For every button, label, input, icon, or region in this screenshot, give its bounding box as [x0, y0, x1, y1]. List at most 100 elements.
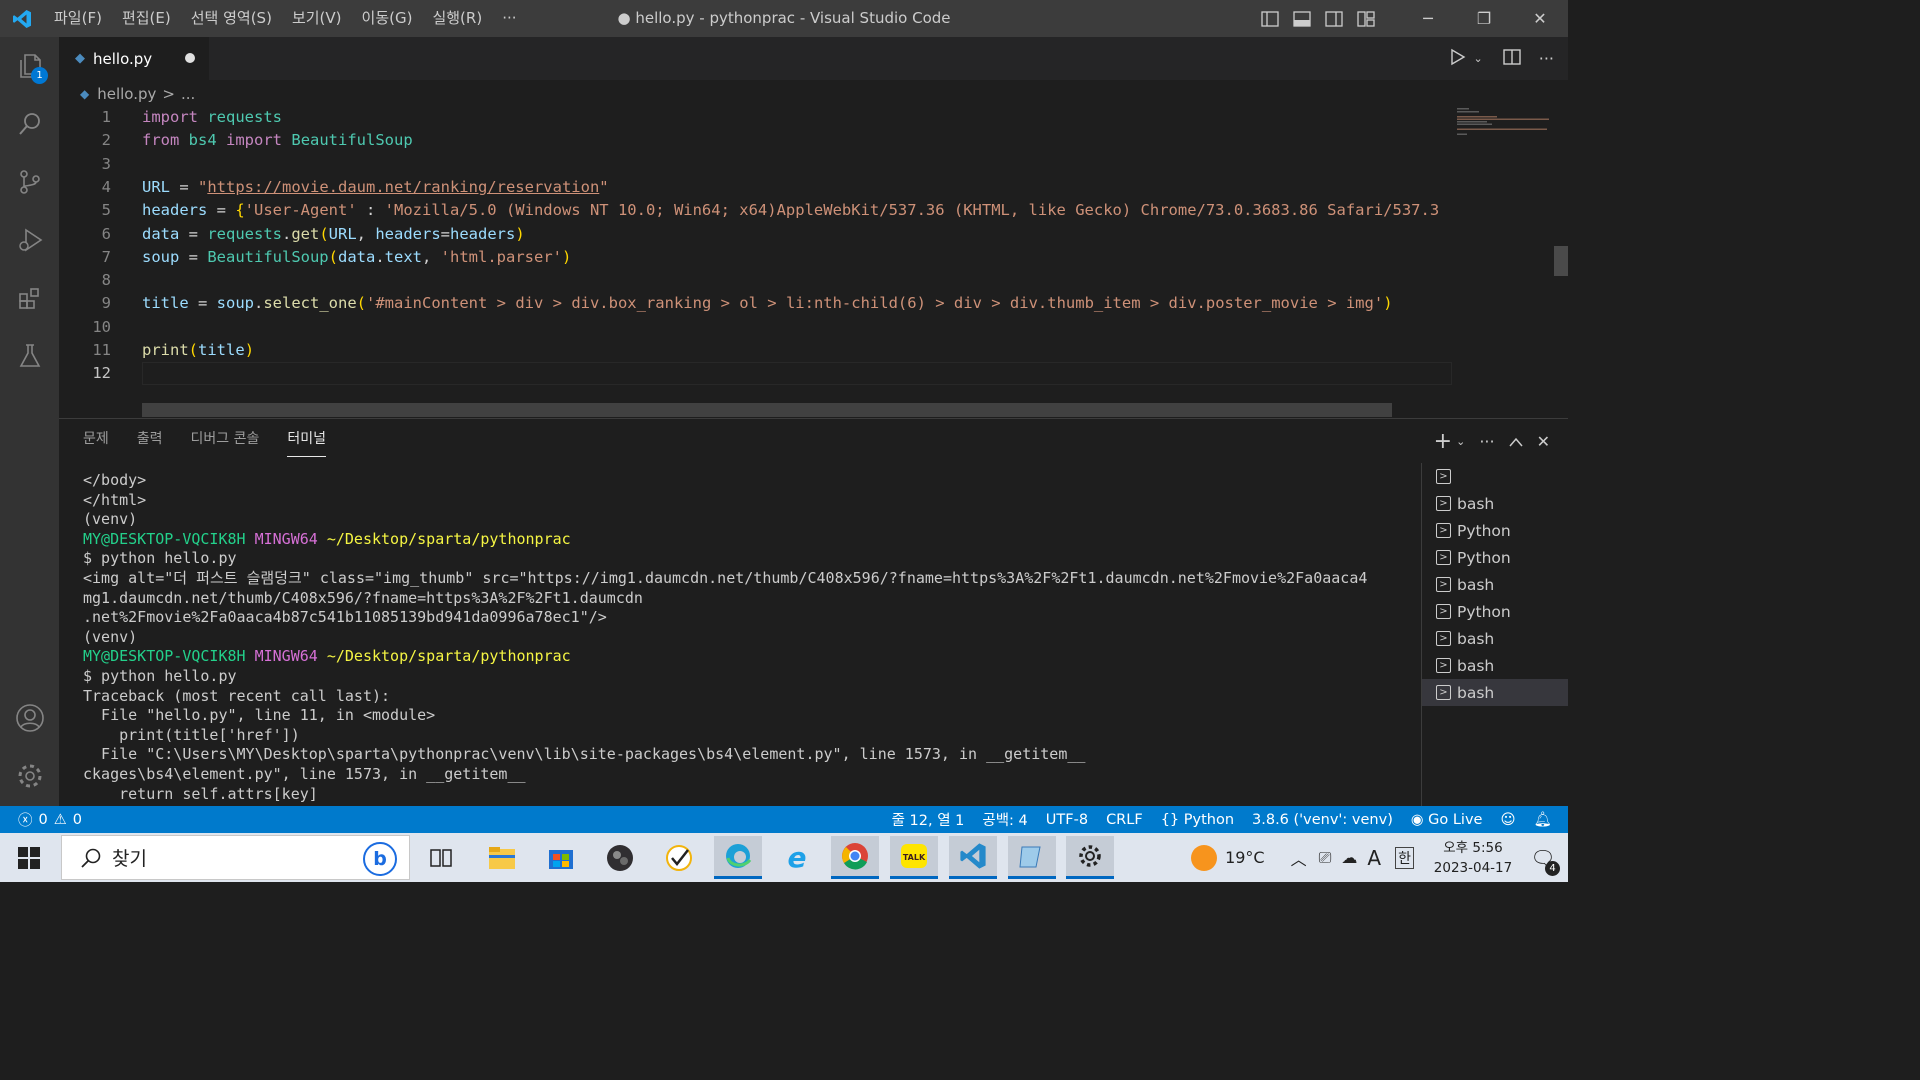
notepad-icon[interactable] [1008, 836, 1056, 879]
menu-selection[interactable]: 선택 영역(S) [181, 0, 282, 37]
cursor-position[interactable]: 줄 12, 열 1 [892, 809, 965, 830]
meet-now-icon[interactable]: ⎚ [1319, 848, 1332, 868]
toggle-secondary-sidebar-icon[interactable] [1318, 0, 1350, 37]
breadcrumb-more[interactable]: ... [181, 85, 195, 103]
terminal-list-item[interactable]: > bash [1422, 625, 1568, 652]
settings-gear-icon [18, 764, 41, 788]
terminal-line: <img alt="더 퍼스트 슬램덩크" class="img_thumb" … [83, 568, 1368, 587]
toggle-primary-sidebar-icon[interactable] [1254, 0, 1286, 37]
edge-icon[interactable] [714, 836, 762, 879]
go-live-button[interactable]: ◉ Go Live [1411, 812, 1483, 828]
terminal-list-item-selected[interactable]: > bash [1422, 679, 1568, 706]
more-actions-icon[interactable]: ··· [1539, 49, 1554, 68]
code-line[interactable]: title = soup.select_one('#mainContent > … [142, 292, 1393, 315]
tab-output[interactable]: 출력 [137, 427, 163, 457]
problems-status[interactable]: ⓧ 0 ⚠ 0 [18, 806, 82, 833]
chevron-down-icon[interactable]: ⌄ [1456, 435, 1465, 448]
task-view-icon[interactable] [417, 836, 465, 879]
tab-problems[interactable]: 문제 [83, 427, 109, 457]
feedback-icon[interactable]: ☺ [1500, 812, 1515, 828]
terminal-list-item[interactable]: > [1422, 463, 1568, 490]
explorer-button[interactable]: 1 [0, 37, 59, 95]
code-line[interactable]: print(title) [142, 339, 254, 362]
code-line[interactable]: soup = BeautifulSoup(data.text, 'html.pa… [142, 246, 571, 269]
menu-file[interactable]: 파일(F) [44, 0, 112, 37]
chrome-icon[interactable] [831, 836, 879, 879]
minimap[interactable] [1451, 106, 1568, 418]
kakaotalk-icon[interactable]: TALK [890, 836, 938, 879]
menu-more[interactable]: ··· [492, 0, 526, 37]
settings-icon[interactable] [1066, 836, 1114, 879]
end-of-line[interactable]: CRLF [1106, 812, 1143, 828]
encoding[interactable]: UTF-8 [1046, 812, 1088, 828]
onedrive-cloud-icon[interactable]: ☁ [1341, 848, 1357, 867]
taskbar-search[interactable]: 찾기 b [61, 835, 410, 880]
terminal-list-item[interactable]: > bash [1422, 652, 1568, 679]
new-terminal-icon[interactable]: + [1434, 429, 1452, 454]
close-panel-icon[interactable]: ✕ [1537, 432, 1550, 451]
notifications-bell-icon[interactable]: 🔔︎ [1534, 811, 1552, 828]
split-editor-icon[interactable] [1503, 48, 1521, 70]
code-line[interactable]: data = requests.get(URL, headers=headers… [142, 223, 525, 246]
extensions-button[interactable] [0, 269, 59, 327]
terminal-icon: > [1436, 550, 1451, 565]
terminal-list-item[interactable]: > Python [1422, 517, 1568, 544]
tray-chevron-up-icon[interactable]: ︿ [1291, 846, 1307, 870]
code-line[interactable]: URL = "https://movie.daum.net/ranking/re… [142, 176, 609, 199]
notification-center-icon[interactable]: 🗨︎ 4 [1518, 846, 1568, 876]
maximize-panel-icon[interactable] [1509, 432, 1523, 451]
horizontal-scrollbar[interactable] [142, 403, 1392, 417]
code-line[interactable]: from bs4 import BeautifulSoup [142, 129, 413, 152]
terminal-output[interactable]: </body> </html> (venv) MY@DESKTOP-VQCIK8… [83, 471, 1415, 807]
weather-temp[interactable]: 19°C [1225, 848, 1265, 867]
tab-terminal[interactable]: 터미널 [287, 427, 327, 457]
search-button[interactable] [0, 95, 59, 153]
vscode-taskbar-icon[interactable] [949, 836, 997, 879]
clock[interactable]: 오후 5:56 2023-04-17 [1428, 838, 1518, 878]
microsoft-store-icon[interactable] [537, 836, 585, 879]
menu-view[interactable]: 보기(V) [282, 0, 352, 37]
start-button[interactable] [5, 836, 53, 879]
breadcrumb-file[interactable]: hello.py [97, 85, 156, 103]
chevron-down-icon[interactable]: ⌄ [1474, 52, 1483, 65]
tab-debug-console[interactable]: 디버그 콘솔 [191, 427, 260, 457]
file-explorer-icon[interactable] [478, 836, 526, 879]
terminal-list-item[interactable]: > Python [1422, 544, 1568, 571]
toggle-panel-icon[interactable] [1286, 0, 1318, 37]
customize-layout-icon[interactable] [1350, 0, 1382, 37]
python-interpreter[interactable]: 3.8.6 ('venv': venv) [1252, 812, 1393, 828]
ime-language[interactable]: 한 [1395, 846, 1414, 869]
vertical-scrollbar[interactable] [1554, 246, 1568, 276]
bing-icon[interactable]: b [363, 842, 397, 876]
manage-button[interactable] [0, 747, 59, 805]
code-line[interactable]: headers = {'User-Agent' : 'Mozilla/5.0 (… [142, 199, 1439, 222]
language-mode[interactable]: {} Python [1161, 812, 1234, 828]
menu-go[interactable]: 이동(G) [352, 0, 423, 37]
indentation[interactable]: 공백: 4 [982, 809, 1027, 830]
menu-run[interactable]: 실행(R) [422, 0, 492, 37]
close-icon[interactable]: ✕ [1512, 0, 1568, 37]
terminal-list-item[interactable]: > bash [1422, 571, 1568, 598]
run-file-icon[interactable] [1448, 48, 1466, 70]
tab-hello-py[interactable]: ◆ hello.py [59, 37, 209, 80]
accounts-button[interactable] [0, 689, 59, 747]
weather-sun-icon[interactable] [1191, 844, 1218, 871]
terminal-list-item[interactable]: > Python [1422, 598, 1568, 625]
ime-mode[interactable]: A [1367, 846, 1381, 870]
run-debug-button[interactable] [0, 211, 59, 269]
todo-check-icon[interactable] [655, 836, 703, 879]
code-line[interactable]: import requests [142, 106, 282, 129]
internet-explorer-icon[interactable]: e [773, 836, 821, 879]
source-control-button[interactable] [0, 153, 59, 211]
terminal-list-item[interactable]: > bash [1422, 490, 1568, 517]
obs-icon[interactable] [596, 836, 644, 879]
run-debug-icon [18, 228, 42, 252]
more-actions-icon[interactable]: ··· [1479, 432, 1494, 451]
code-editor[interactable]: 1 import requests 2 from bs4 import Beauti… [59, 106, 1568, 418]
unsaved-dot-icon[interactable] [185, 53, 195, 63]
minimize-icon[interactable]: ─ [1400, 0, 1456, 37]
testing-button[interactable] [0, 327, 59, 385]
menu-edit[interactable]: 편집(E) [112, 0, 181, 37]
restore-icon[interactable]: ❐ [1456, 0, 1512, 37]
terminal-icon: > [1436, 685, 1451, 700]
